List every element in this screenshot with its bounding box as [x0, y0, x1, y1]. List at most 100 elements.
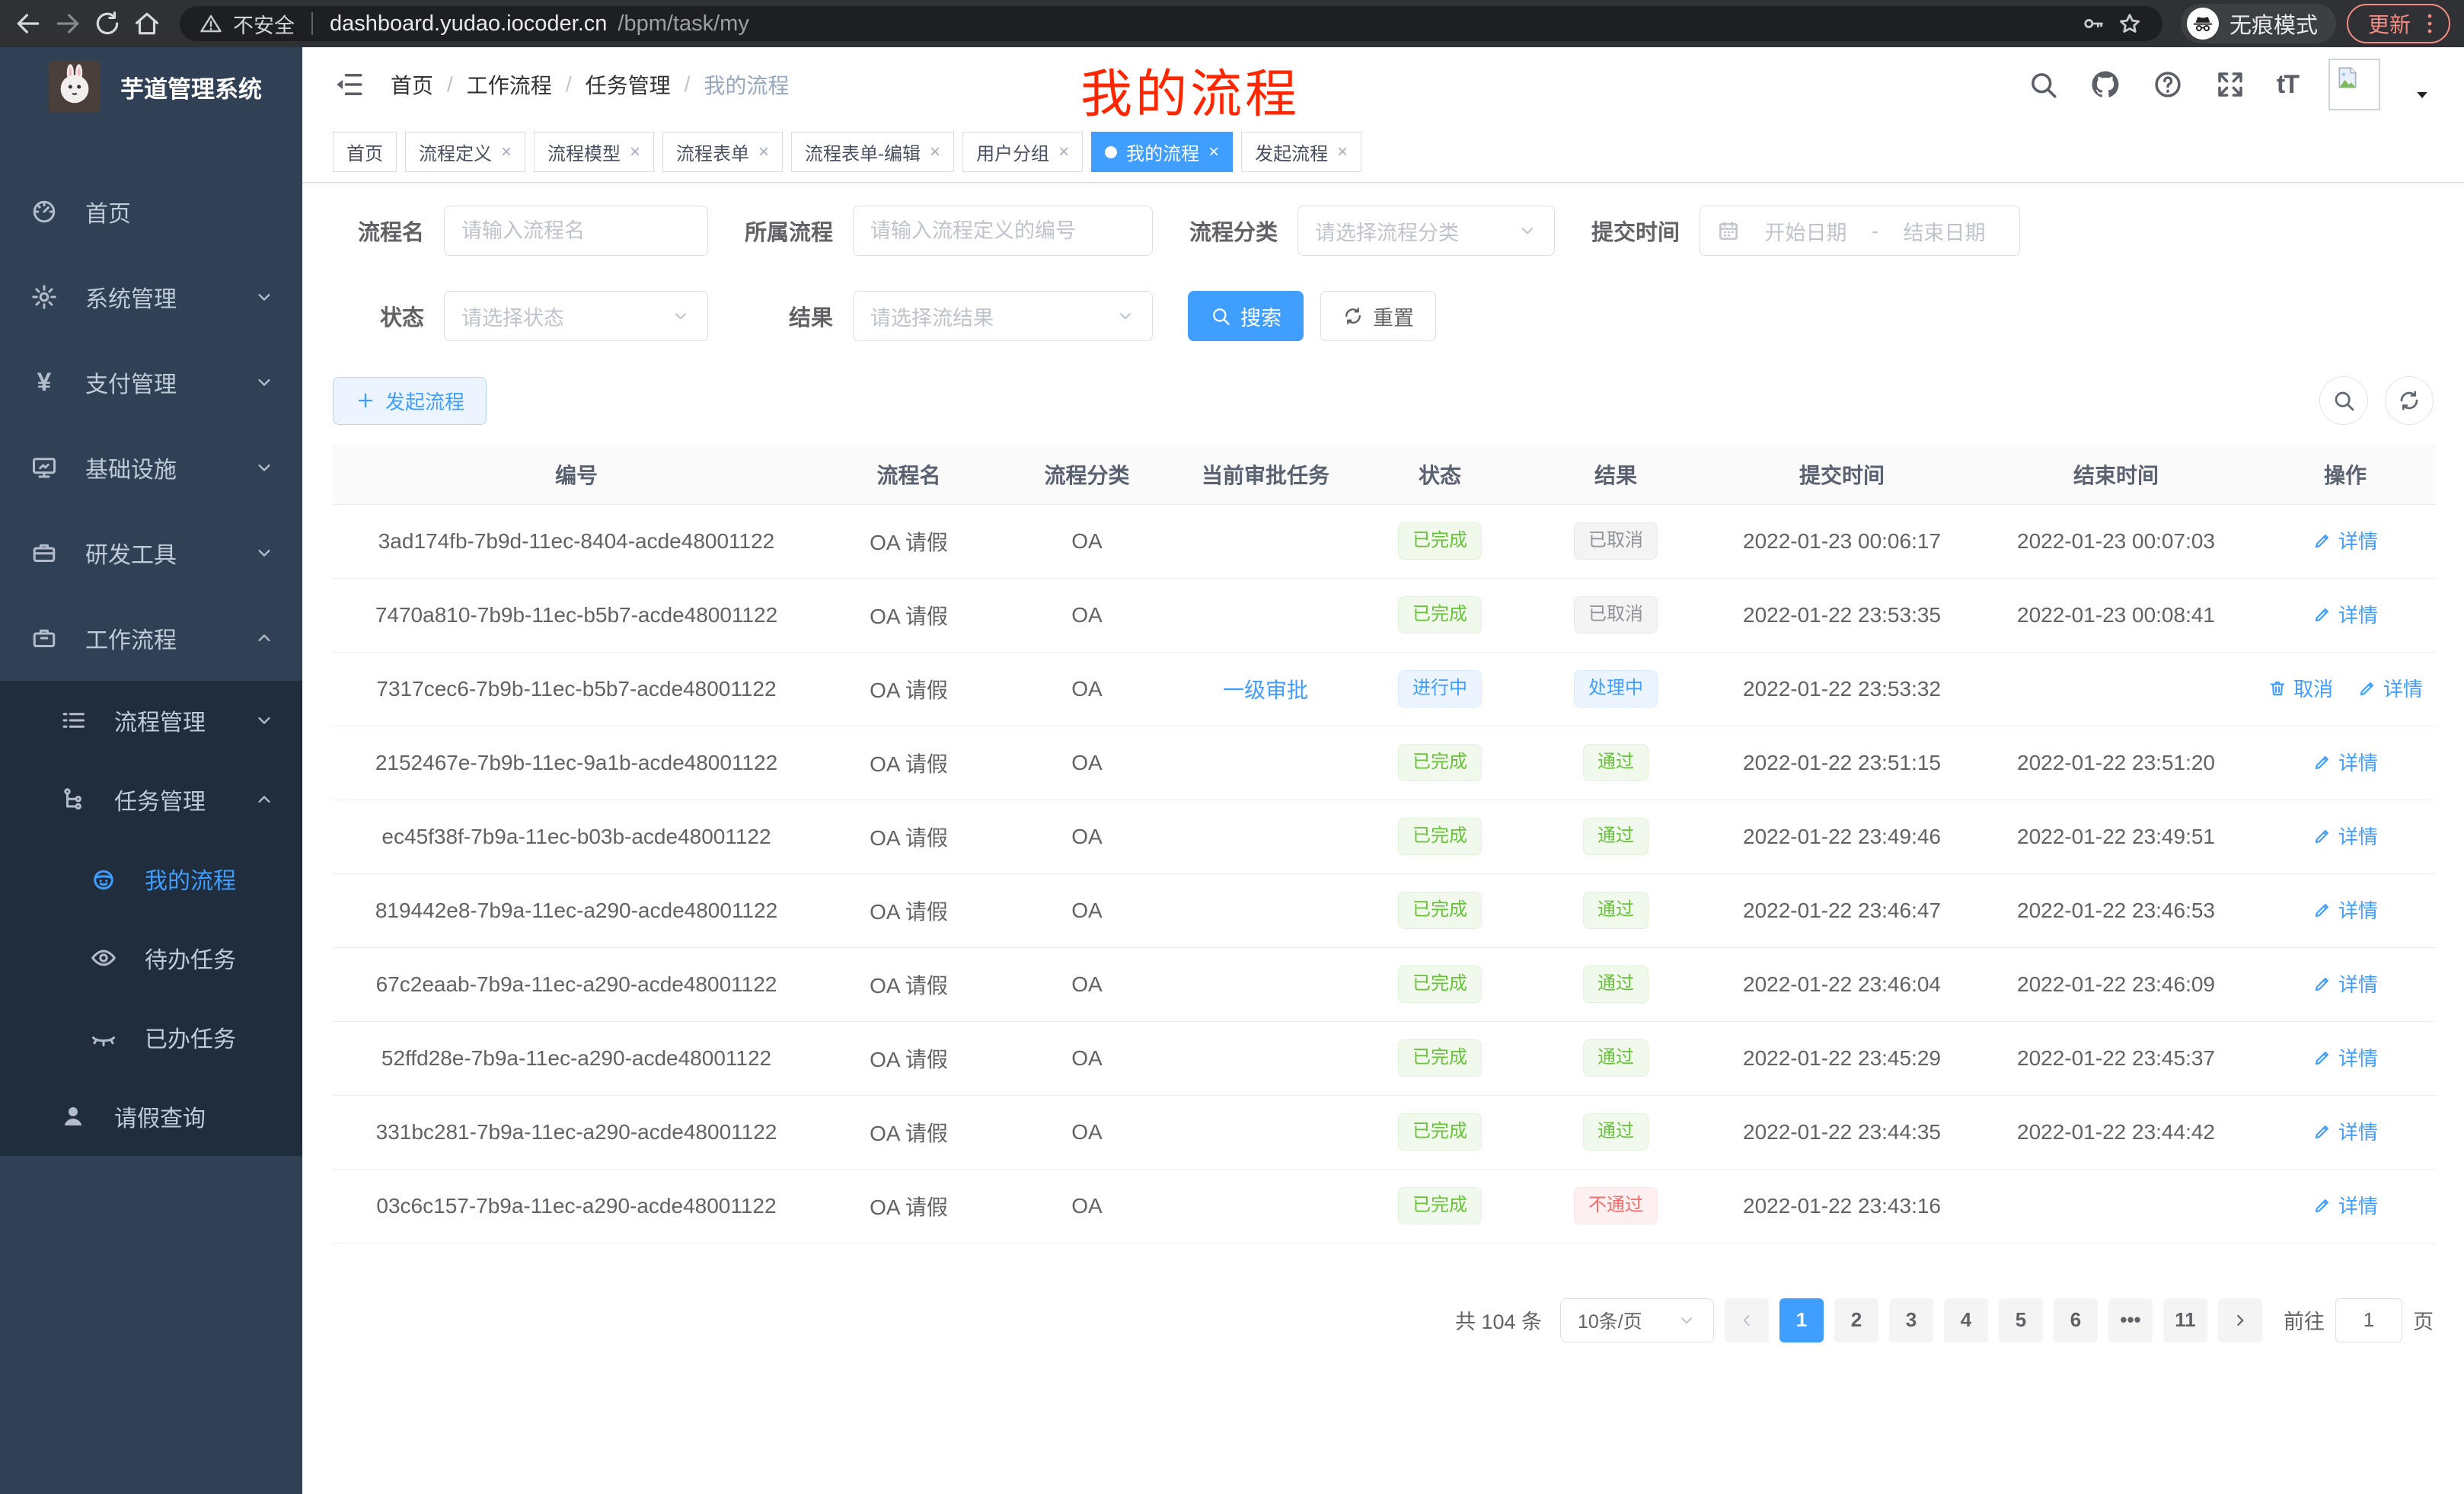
page-number-button[interactable]: 4: [1944, 1298, 1988, 1342]
date-range-picker[interactable]: 开始日期 - 结束日期: [1700, 206, 2020, 256]
close-icon[interactable]: ×: [930, 143, 940, 161]
result-badge: 通过: [1583, 1113, 1649, 1151]
row-action-link[interactable]: 详情: [2312, 1191, 2378, 1219]
page-number-button[interactable]: •••: [2108, 1298, 2153, 1342]
end-date-input[interactable]: 结束日期: [1886, 216, 2003, 246]
category-select[interactable]: 请选择流程分类: [1297, 206, 1555, 256]
close-icon[interactable]: ×: [501, 143, 512, 161]
search-icon[interactable]: [2027, 69, 2059, 101]
refresh-table-button[interactable]: [2385, 376, 2434, 425]
tab[interactable]: 流程表单-编辑 ×: [791, 132, 954, 172]
breadcrumb: 首页 / 工作流程 / 任务管理 / 我的流程: [391, 69, 789, 100]
prev-page-button[interactable]: [1725, 1298, 1769, 1342]
search-button[interactable]: 搜索: [1188, 291, 1304, 341]
total-count: 共 104 条: [1455, 1305, 1542, 1335]
status-select[interactable]: 请选择状态: [444, 291, 708, 341]
process-def-input[interactable]: [853, 206, 1153, 256]
star-icon[interactable]: [2117, 11, 2143, 37]
current-task-link[interactable]: 一级审批: [1223, 678, 1308, 702]
page-size-select[interactable]: 10条/页: [1560, 1298, 1714, 1342]
breadcrumb-home[interactable]: 首页: [391, 69, 433, 100]
cell-submit-time: 2022-01-23 00:06:17: [1706, 504, 1977, 578]
sidebar-item-label: 待办任务: [145, 941, 236, 975]
result-select[interactable]: 请选择流结果: [853, 291, 1153, 341]
row-action-link[interactable]: 取消: [2268, 674, 2333, 702]
close-icon[interactable]: ×: [758, 143, 769, 161]
close-icon[interactable]: ×: [1337, 143, 1348, 161]
page-number-button[interactable]: 6: [2054, 1298, 2098, 1342]
row-action-link[interactable]: 详情: [2312, 822, 2378, 850]
caret-down-icon[interactable]: [2411, 83, 2434, 106]
sidebar-item-todo-tasks[interactable]: 待办任务: [0, 918, 302, 998]
tab[interactable]: 我的流程 ×: [1091, 132, 1233, 172]
next-page-button[interactable]: [2218, 1298, 2262, 1342]
row-action-link[interactable]: 详情: [2312, 1043, 2378, 1071]
tab[interactable]: 流程定义 ×: [405, 132, 525, 172]
sidebar-item-devtools[interactable]: 研发工具: [0, 510, 302, 595]
key-icon[interactable]: [2080, 11, 2106, 37]
cell-end-time: [1977, 652, 2255, 726]
home-icon[interactable]: [132, 9, 161, 38]
sidebar-item-my-process[interactable]: 我的流程: [0, 839, 302, 918]
url-bar[interactable]: 不安全 dashboard.yudao.iocoder.cn/bpm/task/…: [180, 6, 2162, 41]
row-action-link[interactable]: 详情: [2312, 526, 2378, 554]
fullscreen-icon[interactable]: [2214, 69, 2246, 101]
reset-button[interactable]: 重置: [1320, 291, 1436, 341]
tab[interactable]: 首页 ×: [333, 132, 397, 172]
create-process-button[interactable]: 发起流程: [333, 377, 487, 425]
row-action-link[interactable]: 详情: [2312, 895, 2378, 924]
eye-closed-icon: [90, 1023, 117, 1051]
breadcrumb-workflow[interactable]: 工作流程: [467, 69, 552, 100]
tab[interactable]: 发起流程 ×: [1241, 132, 1361, 172]
sidebar-item-process-mgmt[interactable]: 流程管理: [0, 681, 302, 760]
reload-icon[interactable]: [93, 9, 122, 38]
close-icon[interactable]: ×: [1058, 143, 1069, 161]
start-date-input[interactable]: 开始日期: [1747, 216, 1864, 246]
cell-submit-time: 2022-01-22 23:46:47: [1706, 873, 1977, 947]
help-icon[interactable]: [2152, 69, 2184, 101]
sidebar-item-label: 任务管理: [114, 783, 206, 816]
close-icon[interactable]: ×: [1208, 143, 1219, 161]
result-label: 结果: [743, 300, 853, 332]
sidebar-item-payment[interactable]: ¥ 支付管理: [0, 340, 302, 425]
process-name-input[interactable]: [444, 206, 708, 256]
back-arrow-icon[interactable]: [14, 9, 43, 38]
sidebar-item-infrastructure[interactable]: 基础设施: [0, 425, 302, 510]
row-action-link[interactable]: 详情: [2312, 748, 2378, 776]
avatar[interactable]: [2328, 59, 2380, 110]
sidebar-item-system[interactable]: 系统管理: [0, 254, 302, 340]
top-navbar: 首页 / 工作流程 / 任务管理 / 我的流程 我的流程 tT: [302, 47, 2464, 122]
row-action-link[interactable]: 详情: [2312, 969, 2378, 998]
page-number-button[interactable]: 1: [1779, 1298, 1824, 1342]
process-label: 所属流程: [743, 215, 853, 247]
close-icon[interactable]: ×: [630, 143, 640, 161]
breadcrumb-task-mgmt[interactable]: 任务管理: [586, 69, 671, 100]
hamburger-unfold-icon[interactable]: [333, 69, 365, 101]
forward-arrow-icon[interactable]: [53, 9, 82, 38]
result-badge: 已取消: [1574, 522, 1658, 560]
page-number-button[interactable]: 5: [1999, 1298, 2043, 1342]
dots-vertical-icon[interactable]: [2417, 11, 2443, 37]
sidebar-item-home[interactable]: 首页: [0, 169, 302, 254]
page-number-button[interactable]: 2: [1834, 1298, 1878, 1342]
tab[interactable]: 流程表单 ×: [662, 132, 783, 172]
row-action-link[interactable]: 详情: [2357, 674, 2423, 702]
page-number-button[interactable]: 11: [2163, 1298, 2207, 1342]
sidebar-item-task-mgmt[interactable]: 任务管理: [0, 760, 302, 839]
browser-update-button[interactable]: 更新: [2347, 4, 2450, 43]
table-row: 67c2eaab-7b9a-11ec-a290-acde48001122 OA …: [333, 947, 2436, 1021]
cell-actions: 详情: [2255, 504, 2436, 578]
row-action-link[interactable]: 详情: [2312, 1117, 2378, 1145]
page-number-button[interactable]: 3: [1889, 1298, 1933, 1342]
goto-page-input[interactable]: [2335, 1298, 2402, 1342]
row-action-link[interactable]: 详情: [2312, 600, 2378, 628]
sidebar-item-workflow[interactable]: 工作流程: [0, 595, 302, 681]
result-badge: 已取消: [1574, 596, 1658, 634]
tab[interactable]: 用户分组 ×: [962, 132, 1083, 172]
sidebar-item-done-tasks[interactable]: 已办任务: [0, 998, 302, 1077]
github-icon[interactable]: [2089, 69, 2121, 101]
font-size-icon[interactable]: tT: [2277, 70, 2298, 100]
toggle-search-button[interactable]: [2319, 376, 2368, 425]
sidebar-item-leave-query[interactable]: 请假查询: [0, 1077, 302, 1156]
tab[interactable]: 流程模型 ×: [534, 132, 654, 172]
